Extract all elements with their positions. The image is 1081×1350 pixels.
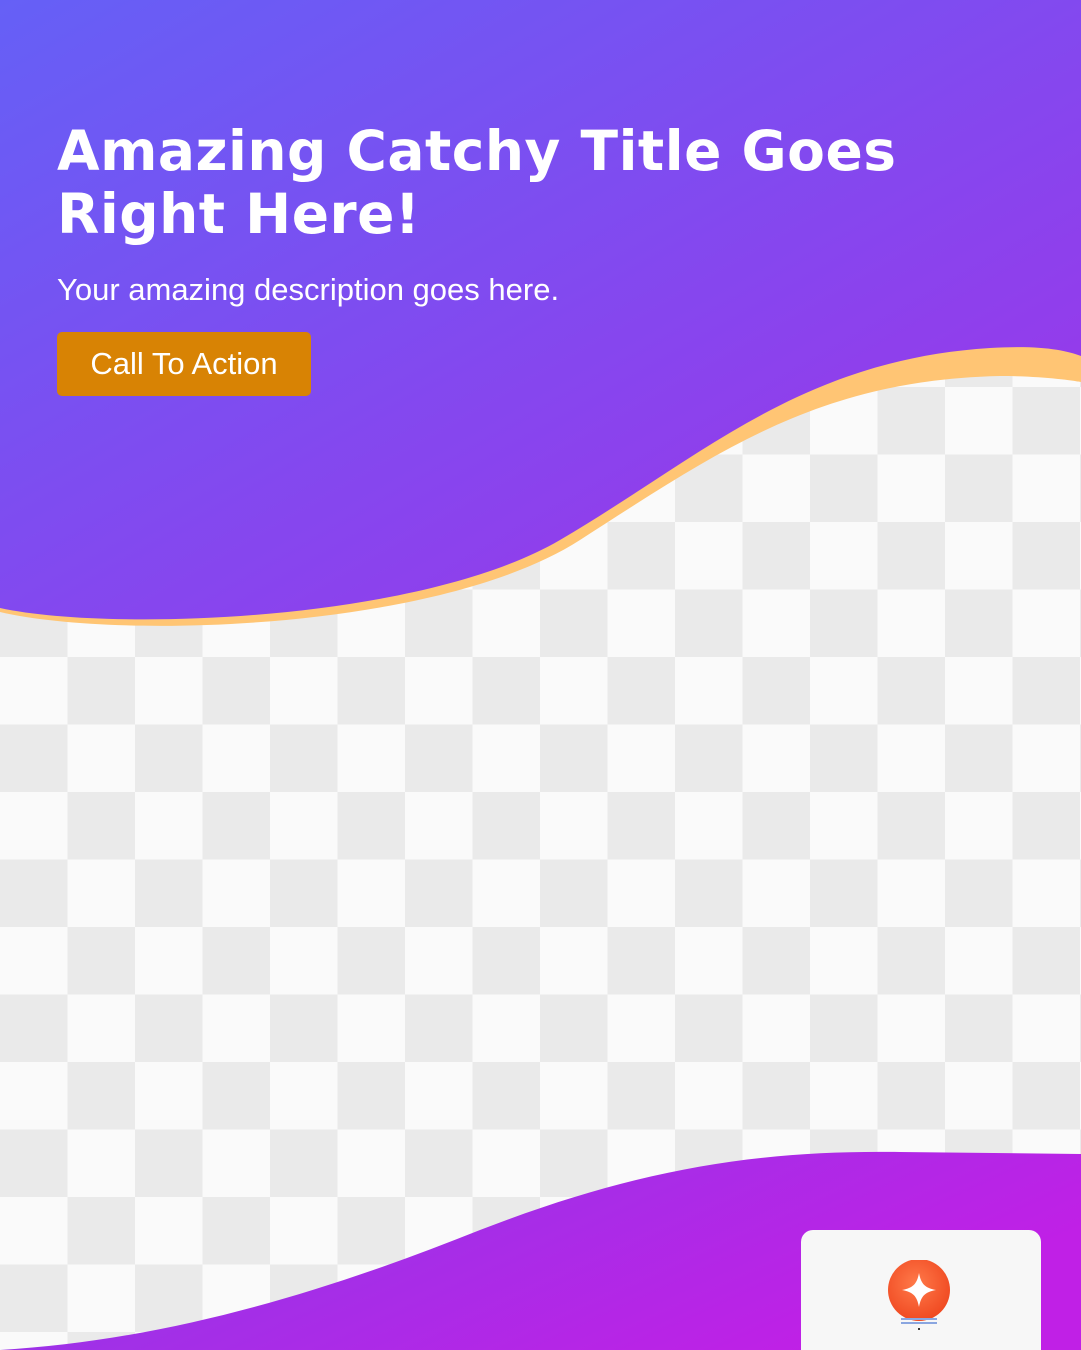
hero-description: Your amazing description goes here. <box>57 272 560 307</box>
call-to-action-button[interactable]: Call To Action <box>57 332 311 396</box>
logo-card <box>801 1230 1041 1350</box>
sparkle-badge-icon <box>888 1260 950 1330</box>
poster-canvas: Amazing Catchy Title Goes Right Here! Yo… <box>0 0 1081 1350</box>
hero-title: Amazing Catchy Title Goes Right Here! <box>57 120 957 246</box>
hero-title-line2: Right Here! <box>57 182 421 246</box>
hero-title-line1: Amazing Catchy Title Goes <box>57 119 897 183</box>
